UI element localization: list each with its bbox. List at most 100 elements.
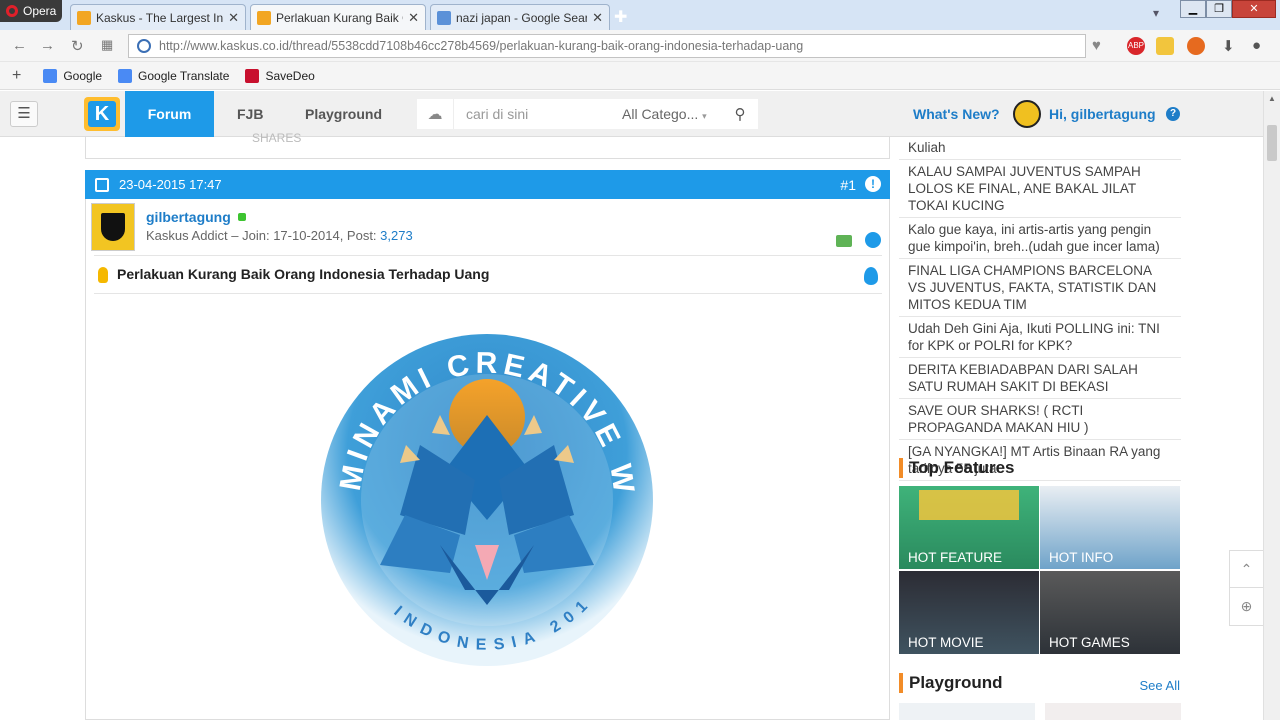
search-input[interactable]: cari di sini xyxy=(453,99,622,129)
window-close-icon[interactable]: ✕ xyxy=(1232,0,1276,18)
back-icon[interactable]: ← xyxy=(12,37,27,54)
page-scrollbar[interactable]: ▲ xyxy=(1263,91,1280,720)
post-header: 23-04-2015 17:47 #1 ! xyxy=(85,170,890,199)
search-box: ☁ cari di sini All Catego... ▾ ⚲ xyxy=(417,99,758,129)
checkbox-icon[interactable] xyxy=(95,177,109,192)
account-icon[interactable]: ● xyxy=(1252,37,1261,54)
google-icon xyxy=(43,68,58,83)
new-tab-icon[interactable]: ✚ xyxy=(614,7,627,27)
sidebar-thread-item[interactable]: DERITA KEBIADABPAN DARI SALAH SATU RUMAH… xyxy=(899,358,1181,399)
sidebar-thread-item[interactable]: FINAL LIGA CHAMPIONS BARCELONA VS JUVENT… xyxy=(899,259,1181,317)
post-number[interactable]: #1 xyxy=(840,177,856,193)
emoticon-icon xyxy=(865,232,881,248)
scroll-up-icon[interactable]: ▲ xyxy=(1268,94,1276,103)
post-title: Perlakuan Kurang Baik Orang Indonesia Te… xyxy=(117,266,490,282)
hot-flame-icon xyxy=(864,267,878,285)
category-select[interactable]: All Catego... ▾ xyxy=(622,106,722,122)
nav-forum[interactable]: Forum xyxy=(125,91,214,137)
bookmarks-bar: + Google Google Translate SaveDeo xyxy=(0,62,1280,90)
tab-google-search[interactable]: nazi japan - Google Search ✕ xyxy=(430,4,610,30)
close-tab-icon[interactable]: ✕ xyxy=(228,10,239,26)
lightbulb-icon xyxy=(98,267,108,283)
flame-extension-icon[interactable] xyxy=(1187,37,1205,55)
scroll-top-icon[interactable]: ⌃ xyxy=(1230,551,1263,588)
author-meta: Kaskus Addict – Join: 17-10-2014, Post: … xyxy=(146,228,413,243)
see-all-link[interactable]: See All xyxy=(1140,678,1180,693)
close-tab-icon[interactable]: ✕ xyxy=(408,10,419,26)
floating-buttons: ⌃ ⊕ xyxy=(1229,550,1264,626)
playground-thumb[interactable] xyxy=(1045,703,1181,720)
sidebar-thread-item[interactable]: Kalo gue kaya, ini artis-artis yang peng… xyxy=(899,218,1181,259)
close-tab-icon[interactable]: ✕ xyxy=(592,10,603,26)
browser-tab-bar: Opera Kaskus - The Largest Indo ✕ Perlak… xyxy=(0,0,1280,30)
nav-playground[interactable]: Playground xyxy=(305,91,382,137)
author-username[interactable]: gilbertagung xyxy=(146,209,231,225)
hot-games-tile[interactable]: HOT GAMES xyxy=(1040,571,1180,654)
user-greeting[interactable]: Hi, gilbertagung xyxy=(1049,91,1156,137)
chevron-down-icon: ▾ xyxy=(702,111,707,121)
bookmark-heart-icon[interactable]: ♥ xyxy=(1092,37,1101,54)
thread-content: SHARES 23-04-2015 17:47 #1 ! gilbertagun… xyxy=(85,131,890,720)
hot-info-tile[interactable]: HOT INFO xyxy=(1040,486,1180,569)
opera-menu-button[interactable]: Opera xyxy=(0,0,62,22)
google-favicon-icon xyxy=(437,10,451,25)
add-bookmark-icon[interactable]: + xyxy=(12,67,21,85)
translate-icon xyxy=(118,68,133,83)
opera-logo-icon xyxy=(6,5,18,17)
browser-nav-bar: ← → ↻ ▦ http://www.kaskus.co.id/thread/5… xyxy=(0,30,1280,62)
download-icon[interactable]: ⬇ xyxy=(1222,37,1235,55)
top-features-grid: HOT FEATURE HOT INFO HOT MOVIE HOT GAMES xyxy=(899,486,1181,654)
top-features-title: Top Features xyxy=(899,458,1014,478)
folder-extension-icon[interactable] xyxy=(1156,37,1174,55)
divider xyxy=(94,293,882,294)
post-date: 23-04-2015 17:47 xyxy=(119,177,222,192)
eagle-emblem-icon xyxy=(101,213,125,241)
playground-thumbnails xyxy=(899,703,1181,720)
author-avatar[interactable] xyxy=(91,203,135,251)
divider xyxy=(94,255,882,256)
tab-perlakuan[interactable]: Perlakuan Kurang Baik Ora ✕ xyxy=(250,4,426,30)
adblock-icon[interactable]: ABP xyxy=(1127,37,1145,55)
shares-box: SHARES xyxy=(85,131,890,159)
minimize-icon[interactable]: ▁ xyxy=(1180,0,1206,18)
user-avatar[interactable] xyxy=(1013,100,1041,128)
online-status-icon xyxy=(238,213,246,221)
hot-thread-list: Kuliah KALAU SAMPAI JUVENTUS SAMPAH LOLO… xyxy=(899,137,1181,481)
site-info-icon[interactable] xyxy=(137,39,151,53)
search-icon[interactable]: ⚲ xyxy=(722,105,758,123)
forward-icon[interactable]: → xyxy=(40,37,55,54)
savedeo-icon xyxy=(245,68,260,83)
scrollbar-thumb[interactable] xyxy=(1267,125,1277,161)
kaskus-favicon-icon xyxy=(77,10,91,25)
speed-dial-icon[interactable]: ▦ xyxy=(101,37,113,53)
bookmark-google-translate[interactable]: Google Translate xyxy=(118,68,229,83)
playground-title: Playground xyxy=(899,673,1003,693)
post-count-link[interactable]: 3,273 xyxy=(380,228,413,243)
playground-thumb[interactable] xyxy=(899,703,1035,720)
plus-circle-icon[interactable]: ⊕ xyxy=(1230,588,1263,625)
hot-movie-tile[interactable]: HOT MOVIE xyxy=(899,571,1039,654)
post-image: MINAMI CREATIVE WORKS INDONESIA 2015 xyxy=(196,279,764,697)
tab-menu-icon[interactable]: ▾ xyxy=(1153,6,1159,20)
bookmark-savedeo[interactable]: SaveDeo xyxy=(245,68,315,83)
reputation-icon xyxy=(836,235,852,247)
address-bar[interactable]: http://www.kaskus.co.id/thread/5538cdd71… xyxy=(128,34,1086,58)
kaskus-favicon-icon xyxy=(257,10,271,25)
hot-feature-tile[interactable]: HOT FEATURE xyxy=(899,486,1039,569)
sidebar-thread-item[interactable]: Udah Deh Gini Aja, Ikuti POLLING ini: TN… xyxy=(899,317,1181,358)
help-icon[interactable]: ? xyxy=(1166,107,1180,121)
report-icon[interactable]: ! xyxy=(865,176,881,192)
sidebar-thread-item[interactable]: Kuliah xyxy=(899,137,1181,160)
whats-new-link[interactable]: What's New? xyxy=(913,91,1000,137)
post-body: gilbertagung Kaskus Addict – Join: 17-10… xyxy=(85,199,890,720)
bookmark-google[interactable]: Google xyxy=(43,68,102,83)
kaskus-header: ☰ K Forum FJB Playground ☁ cari di sini … xyxy=(0,91,1280,137)
menu-icon[interactable]: ☰ xyxy=(10,101,38,127)
sidebar-thread-item[interactable]: SAVE OUR SHARKS! ( RCTI PROPAGANDA MAKAN… xyxy=(899,399,1181,440)
kaskus-logo[interactable]: K xyxy=(84,97,120,131)
sidebar-thread-item[interactable]: KALAU SAMPAI JUVENTUS SAMPAH LOLOS KE FI… xyxy=(899,160,1181,218)
maximize-icon[interactable]: ❐ xyxy=(1206,0,1232,18)
cloud-icon: ☁ xyxy=(427,106,443,123)
tab-kaskus-home[interactable]: Kaskus - The Largest Indo ✕ xyxy=(70,4,246,30)
reload-icon[interactable]: ↻ xyxy=(71,37,84,55)
